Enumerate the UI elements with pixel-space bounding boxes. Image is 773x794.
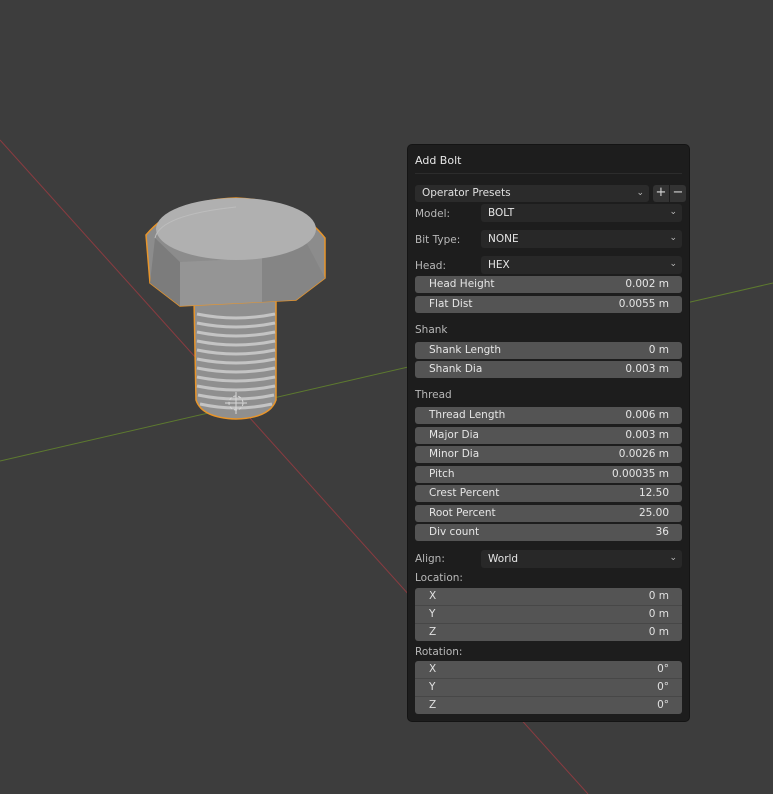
chevron-down-icon: ⌄ [669, 553, 677, 563]
rotation-z-field[interactable]: Z 0° [415, 697, 682, 714]
operator-presets-row: Operator Presets ⌄ + − [415, 185, 686, 202]
head-height-field[interactable]: Head Height 0.002 m [415, 276, 682, 293]
field-value: 0.003 m [625, 363, 669, 375]
field-value: 36 [655, 526, 669, 538]
field-label: Shank Length [429, 344, 502, 356]
div-count-field[interactable]: Div count 36 [415, 524, 682, 541]
axis-label: X [429, 590, 437, 602]
rotation-heading: Rotation: [415, 646, 463, 658]
field-label: Head Height [429, 278, 495, 290]
bit-type-dropdown[interactable]: NONE ⌄ [481, 230, 682, 248]
bolt-object[interactable] [145, 197, 326, 420]
location-heading: Location: [415, 572, 463, 584]
field-label: Crest Percent [429, 487, 500, 499]
field-value: 0.002 m [625, 278, 669, 290]
chevron-down-icon: ⌄ [669, 207, 677, 217]
rotation-x-field[interactable]: X 0° [415, 661, 682, 679]
thread-length-field[interactable]: Thread Length 0.006 m [415, 407, 682, 424]
shank-heading: Shank [415, 324, 448, 336]
add-bolt-panel: Add Bolt Operator Presets ⌄ + − Model: B… [408, 145, 689, 721]
shank-dia-field[interactable]: Shank Dia 0.003 m [415, 361, 682, 378]
divider [415, 173, 682, 174]
field-label: Major Dia [429, 429, 479, 441]
field-label: Root Percent [429, 507, 496, 519]
axis-label: X [429, 663, 437, 675]
field-value: 12.50 [638, 487, 669, 499]
model-value: BOLT [488, 207, 515, 219]
bit-type-value: NONE [488, 233, 519, 245]
align-label: Align: [415, 553, 445, 565]
field-value: 0 m [648, 626, 669, 638]
flat-dist-field[interactable]: Flat Dist 0.0055 m [415, 296, 682, 313]
field-label: Shank Dia [429, 363, 483, 375]
chevron-down-icon: ⌄ [669, 259, 677, 269]
axis-label: Z [429, 699, 437, 711]
operator-presets-dropdown[interactable]: Operator Presets ⌄ [415, 185, 649, 202]
head-dropdown[interactable]: HEX ⌄ [481, 256, 682, 274]
location-x-field[interactable]: X 0 m [415, 588, 682, 606]
field-label: Thread Length [429, 409, 506, 421]
root-percent-field[interactable]: Root Percent 25.00 [415, 505, 682, 522]
align-value: World [488, 553, 519, 565]
field-value: 25.00 [638, 507, 669, 519]
bit-type-label: Bit Type: [415, 234, 461, 246]
field-value: 0 m [648, 608, 669, 620]
field-value: 0.0055 m [618, 298, 669, 310]
field-value: 0 m [648, 344, 669, 356]
model-label: Model: [415, 208, 451, 220]
field-value: 0.003 m [625, 429, 669, 441]
crest-percent-field[interactable]: Crest Percent 12.50 [415, 485, 682, 502]
axis-label: Z [429, 626, 437, 638]
field-value: 0° [657, 663, 669, 675]
axis-label: Y [429, 681, 436, 693]
rotation-y-field[interactable]: Y 0° [415, 679, 682, 697]
field-value: 0.00035 m [612, 468, 669, 480]
shank-length-field[interactable]: Shank Length 0 m [415, 342, 682, 359]
chevron-down-icon: ⌄ [669, 233, 677, 243]
add-preset-button[interactable]: + [653, 185, 669, 202]
panel-title: Add Bolt [415, 154, 462, 167]
remove-preset-button[interactable]: − [670, 185, 686, 202]
model-dropdown[interactable]: BOLT ⌄ [481, 204, 682, 222]
major-dia-field[interactable]: Major Dia 0.003 m [415, 427, 682, 444]
pitch-field[interactable]: Pitch 0.00035 m [415, 466, 682, 483]
rotation-vector: X 0° Y 0° Z 0° [415, 661, 682, 714]
field-value: 0.006 m [625, 409, 669, 421]
field-label: Minor Dia [429, 448, 480, 460]
field-label: Pitch [429, 468, 455, 480]
field-label: Flat Dist [429, 298, 473, 310]
thread-heading: Thread [415, 389, 452, 401]
chevron-down-icon: ⌄ [636, 188, 644, 198]
field-value: 0° [657, 681, 669, 693]
operator-presets-label: Operator Presets [422, 187, 511, 199]
minor-dia-field[interactable]: Minor Dia 0.0026 m [415, 446, 682, 463]
location-vector: X 0 m Y 0 m Z 0 m [415, 588, 682, 641]
align-dropdown[interactable]: World ⌄ [481, 550, 682, 568]
location-z-field[interactable]: Z 0 m [415, 624, 682, 641]
field-value: 0 m [648, 590, 669, 602]
field-value: 0.0026 m [618, 448, 669, 460]
head-value: HEX [488, 259, 510, 271]
location-y-field[interactable]: Y 0 m [415, 606, 682, 624]
field-value: 0° [657, 699, 669, 711]
head-label: Head: [415, 260, 446, 272]
field-label: Div count [429, 526, 480, 538]
axis-label: Y [429, 608, 436, 620]
